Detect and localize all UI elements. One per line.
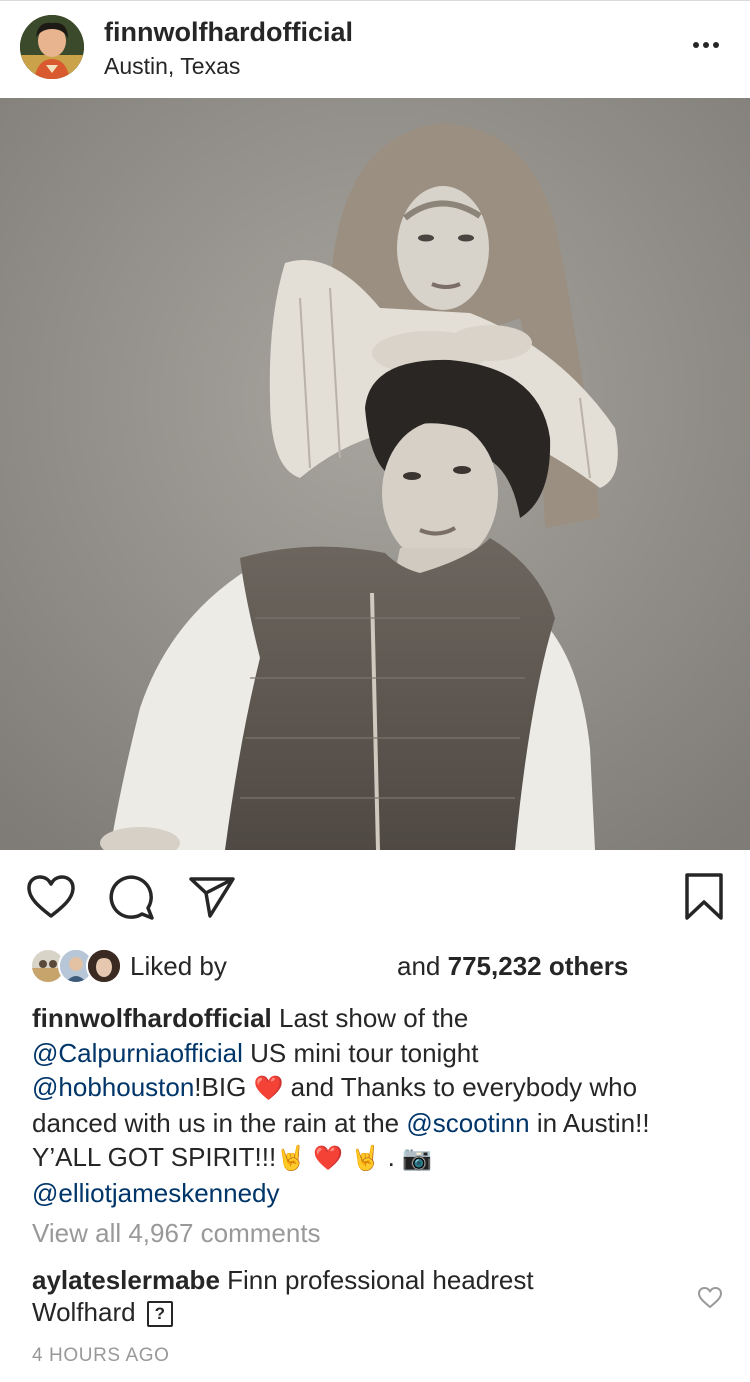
comment-text: Wolfhard (32, 1297, 136, 1327)
small-heart-icon[interactable] (697, 1286, 723, 1310)
avatar-photo (20, 15, 84, 79)
rock-hand-emoji: 🤘 (350, 1144, 381, 1172)
paper-plane-icon[interactable] (188, 874, 236, 920)
mention-link[interactable]: @Calpurniaofficial (32, 1038, 243, 1068)
and-label: and (397, 951, 441, 981)
caption-username[interactable]: finnwolfhardofficial (32, 1003, 272, 1033)
comment-item: aylateslermabe Finn professional headres… (32, 1264, 652, 1328)
heart-emoji: ❤️ (253, 1074, 284, 1102)
caption-text: !BIG (194, 1072, 247, 1102)
heart-emoji: ❤️ (313, 1144, 344, 1172)
post-timestamp: 4 HOURS AGO (32, 1345, 170, 1366)
caption-text: US mini tour tonight (250, 1037, 479, 1068)
mention-link[interactable]: @hobhouston (32, 1072, 194, 1102)
user-avatar[interactable] (20, 15, 84, 79)
comment-username[interactable]: aylateslermabe (32, 1265, 220, 1295)
more-dots-icon[interactable] (688, 33, 724, 57)
likes-row: Liked by and 775,232 others (0, 944, 750, 988)
post-caption: finnwolfhardofficial Last show of the @C… (32, 1001, 722, 1210)
mention-link[interactable]: @elliotjameskennedy (32, 1178, 280, 1208)
unknown-glyph-icon: ? (146, 1301, 173, 1328)
mention-link[interactable]: @scootinn (406, 1108, 529, 1138)
caption-text: Last show of the (279, 1003, 469, 1033)
caption-dot: . (387, 1142, 395, 1172)
action-bar (0, 862, 750, 932)
liker-avatar[interactable] (86, 948, 122, 984)
speech-bubble-icon[interactable] (108, 874, 156, 922)
likes-count-number: 775,232 others (447, 951, 629, 981)
liked-by-label: Liked by (130, 951, 227, 981)
bookmark-icon[interactable] (684, 872, 724, 922)
heart-outline-icon[interactable] (26, 874, 76, 920)
photo-image (0, 98, 750, 850)
likes-count[interactable]: and 775,232 others (397, 951, 628, 982)
camera-emoji: 📷 (402, 1144, 432, 1172)
comment-text: Finn professional headrest (227, 1265, 534, 1295)
post-username[interactable]: finnwolfhardofficial (104, 17, 353, 48)
rock-hand-emoji: 🤘 (276, 1144, 307, 1172)
view-all-comments-link[interactable]: View all 4,967 comments (32, 1218, 321, 1249)
post-header: finnwolfhardofficial Austin, Texas (0, 0, 750, 98)
post-location[interactable]: Austin, Texas (104, 53, 240, 80)
post-photo[interactable] (0, 98, 750, 850)
